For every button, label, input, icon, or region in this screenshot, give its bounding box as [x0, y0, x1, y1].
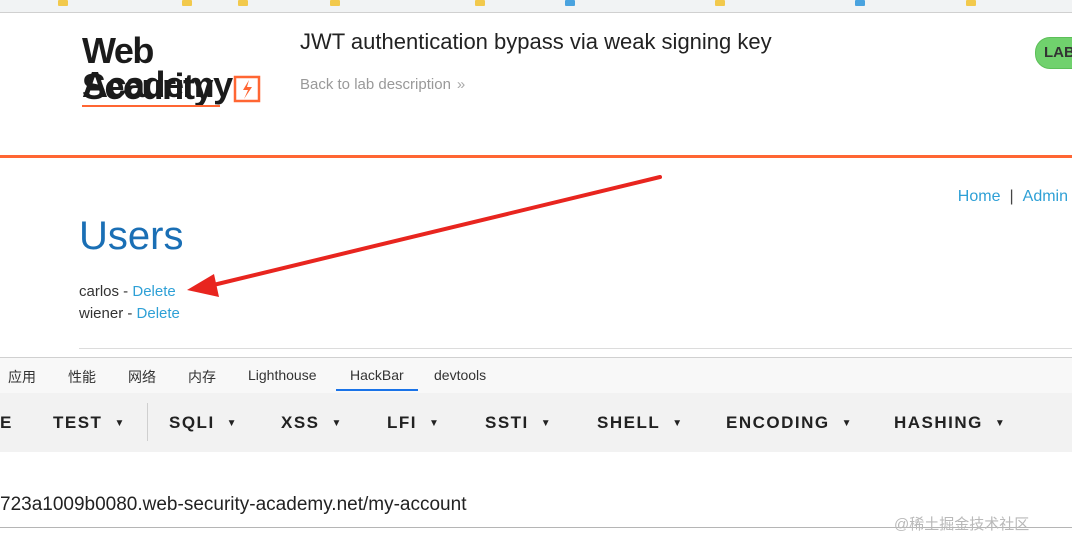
hackbar-menu-xss[interactable]: XSS ▼ — [281, 413, 341, 433]
hackbar-menu-label: XSS — [281, 413, 320, 432]
hackbar-menu-hashing[interactable]: HASHING ▼ — [894, 413, 1005, 433]
hackbar-menu-label: SSTI — [485, 413, 529, 432]
bookmarks-bar — [0, 0, 1072, 13]
hackbar-menu-label: SQLI — [169, 413, 215, 432]
hackbar-url-input[interactable]: 723a1009b0080.web-security-academy.net/m… — [0, 494, 466, 516]
home-link[interactable]: Home — [958, 188, 1001, 205]
caret-down-icon: ▼ — [841, 418, 852, 429]
devtools-tab-hackbar[interactable]: HackBar — [336, 367, 418, 391]
hackbar-menu-label: SHELL — [597, 413, 661, 432]
devtools-tab-devtools[interactable]: devtools — [434, 367, 486, 383]
devtools-tab-application[interactable]: 应用 — [8, 367, 36, 387]
caret-down-icon: ▼ — [226, 418, 237, 429]
back-to-lab-description-link[interactable]: Back to lab description » — [300, 76, 465, 93]
caret-down-icon: ▼ — [540, 418, 551, 429]
delete-user-link[interactable]: Delete — [132, 283, 175, 300]
logo-text-line2: Academy — [82, 64, 233, 105]
hackbar-menu-label: ENCODING — [726, 413, 830, 432]
username: wiener — [79, 305, 124, 322]
bookmark-folder-icon[interactable] — [966, 0, 976, 6]
caret-down-icon: ▼ — [429, 418, 439, 429]
watermark: @稀土掘金技术社区 — [894, 516, 1030, 533]
user-row: wiener - Delete — [79, 305, 180, 322]
bookmark-folder-icon[interactable] — [238, 0, 248, 6]
bookmark-page-icon[interactable] — [565, 0, 575, 6]
hackbar-menu-shell[interactable]: SHELL ▼ — [597, 413, 682, 433]
hackbar-menu-label: TEST — [53, 413, 103, 432]
bookmark-folder-icon[interactable] — [475, 0, 485, 6]
bookmark-page-icon[interactable] — [855, 0, 865, 6]
hackbar-separator — [147, 403, 148, 441]
lab-badge-label: LAB — [1044, 44, 1072, 61]
logo-bolt-icon — [233, 75, 261, 103]
hackbar-menu-label: LFI — [387, 413, 417, 432]
page-title: Users — [79, 214, 184, 258]
bookmark-folder-icon[interactable] — [182, 0, 192, 6]
double-chevron-right-icon: » — [456, 76, 466, 93]
username: carlos — [79, 283, 120, 300]
nav-separator: | — [1009, 188, 1014, 205]
hackbar-menu-lfi[interactable]: LFI ▼ — [387, 413, 439, 433]
hackbar-menu-label: HASHING — [894, 413, 983, 432]
hackbar-menu-partial[interactable]: E — [0, 413, 13, 433]
hackbar-menu-ssti[interactable]: SSTI ▼ — [485, 413, 551, 433]
logo-underline — [82, 105, 220, 107]
devtools-tab-performance[interactable]: 性能 — [68, 367, 96, 387]
back-link-label: Back to lab description — [300, 76, 451, 93]
content-divider — [79, 348, 1072, 349]
admin-link[interactable]: Admin — [1023, 188, 1068, 205]
header-divider — [0, 155, 1072, 158]
caret-down-icon: ▼ — [994, 418, 1005, 429]
devtools-tab-bar: 应用 性能 网络 内存 Lighthouse HackBar devtools — [0, 357, 1072, 394]
caret-down-icon: ▼ — [114, 418, 125, 429]
hackbar-menu-encoding[interactable]: ENCODING ▼ — [726, 413, 852, 433]
lab-title: JWT authentication bypass via weak signi… — [300, 29, 772, 54]
delete-user-link[interactable]: Delete — [137, 305, 180, 322]
bookmark-folder-icon[interactable] — [330, 0, 340, 6]
caret-down-icon: ▼ — [672, 418, 683, 429]
user-separator: - — [119, 283, 133, 300]
lab-header: Web Security Academy JWT authentication … — [0, 13, 1072, 155]
devtools-tab-lighthouse[interactable]: Lighthouse — [248, 367, 317, 383]
hackbar-menu-test[interactable]: TEST ▼ — [53, 413, 124, 433]
web-security-academy-logo[interactable]: Web Security Academy — [82, 33, 282, 123]
lab-status-badge: LAB — [1035, 37, 1072, 69]
devtools-tab-memory[interactable]: 内存 — [188, 367, 216, 387]
caret-down-icon: ▼ — [331, 418, 342, 429]
user-row: carlos - Delete — [79, 283, 176, 300]
top-navigation: Home | Admin — [958, 188, 1068, 206]
bookmark-folder-icon[interactable] — [715, 0, 725, 6]
user-separator: - — [123, 305, 137, 322]
hackbar-toolbar: E TEST ▼ SQLI ▼ XSS ▼ LFI ▼ SSTI ▼ SHELL ▼ ENC… — [0, 393, 1072, 452]
devtools-tab-network[interactable]: 网络 — [128, 367, 156, 387]
hackbar-menu-sqli[interactable]: SQLI ▼ — [169, 413, 237, 433]
bookmark-folder-icon[interactable] — [58, 0, 68, 6]
hackbar-menu-label: E — [0, 413, 13, 432]
